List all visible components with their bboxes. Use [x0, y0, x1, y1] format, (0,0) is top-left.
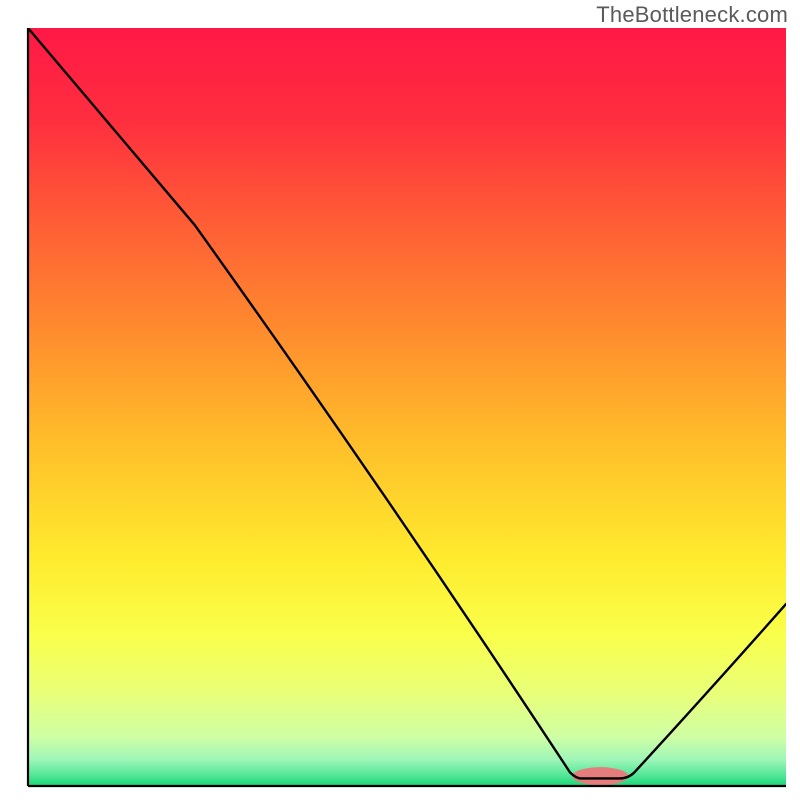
gradient-background	[28, 28, 786, 786]
bottleneck-chart	[0, 0, 800, 800]
chart-container: { "watermark": "TheBottleneck.com", "plo…	[0, 0, 800, 800]
optimal-marker	[572, 767, 628, 785]
watermark-text: TheBottleneck.com	[596, 2, 788, 28]
